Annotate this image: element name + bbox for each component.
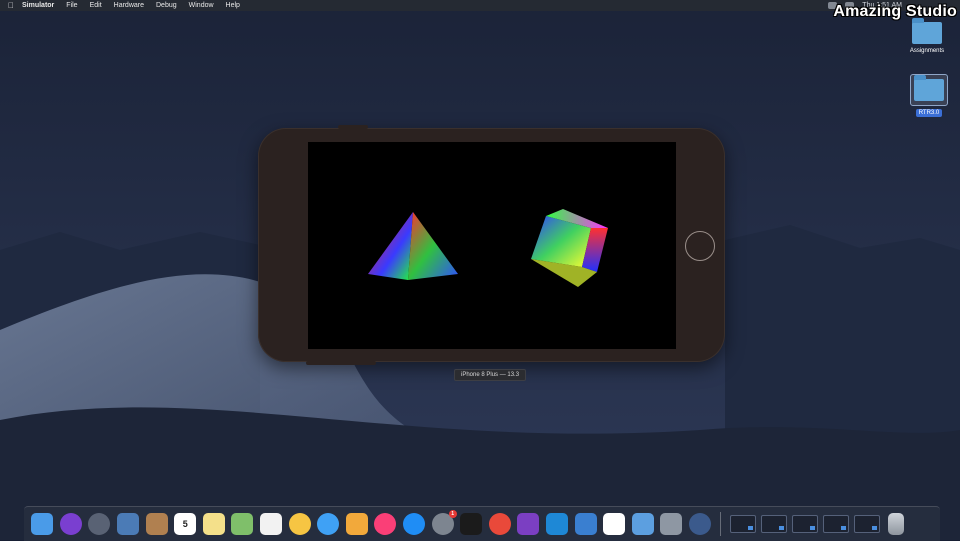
itunes-icon[interactable] [374, 513, 397, 535]
apple-icon[interactable]:  [0, 0, 22, 11]
notes-icon[interactable] [202, 513, 225, 535]
home-button[interactable] [685, 231, 715, 261]
xcode-icon[interactable] [574, 513, 597, 535]
desktop-folder-label: RTR3.0 [915, 109, 943, 117]
desktop-folder-rtr[interactable]: RTR3.0 [899, 74, 959, 117]
app-store-icon[interactable] [403, 513, 426, 535]
desktop-folder-assignments[interactable]: Assignments [897, 18, 957, 55]
window-thumb-3[interactable] [791, 515, 818, 533]
device-label: iPhone 8 Plus — 13.3 [454, 369, 527, 381]
vscode-icon[interactable] [545, 513, 568, 535]
reminders-icon[interactable] [260, 513, 283, 535]
photos-icon[interactable] [288, 513, 311, 535]
preview-icon[interactable] [117, 513, 140, 535]
pages-icon[interactable] [345, 513, 368, 535]
menu-edit[interactable]: Edit [90, 0, 102, 11]
menu-bar:  Simulator File Edit Hardware Debug Win… [0, 0, 960, 11]
folder-icon [914, 75, 944, 101]
menu-file[interactable]: File [66, 0, 77, 11]
calendar-date: 5 [182, 519, 188, 529]
dock: 51 [24, 506, 940, 541]
window-thumb-1[interactable] [729, 515, 756, 533]
launchpad-icon[interactable] [88, 513, 111, 535]
contacts-icon[interactable] [145, 513, 168, 535]
notification-badge: 1 [448, 510, 457, 518]
visual-studio-icon[interactable] [517, 513, 540, 535]
finder-icon[interactable] [31, 513, 54, 535]
system-preferences-icon[interactable]: 1 [431, 510, 457, 535]
chrome-icon[interactable] [488, 513, 511, 535]
maps-icon[interactable] [231, 513, 254, 535]
cube-shape [531, 209, 608, 287]
instruments-icon[interactable] [603, 513, 626, 535]
calendar-icon[interactable]: 5 [174, 513, 197, 535]
window-thumb-2[interactable] [760, 515, 787, 533]
window-thumb-4[interactable] [822, 515, 849, 533]
folder-icon [912, 18, 942, 44]
window-thumb-5[interactable] [853, 515, 880, 533]
menu-help[interactable]: Help [226, 0, 240, 11]
simulator-device-frame [258, 125, 725, 365]
dock-separator [720, 512, 722, 536]
menu-window[interactable]: Window [189, 0, 214, 11]
trash-icon[interactable] [888, 513, 905, 535]
pyramid-shape [368, 212, 458, 280]
simulator-screen[interactable] [308, 142, 676, 349]
siri-icon[interactable] [59, 513, 82, 535]
watermark: Amazing Studio [833, 3, 957, 20]
terminal-icon[interactable] [460, 513, 483, 535]
quicktime-icon[interactable] [688, 513, 711, 535]
messages-icon[interactable] [317, 513, 340, 535]
disk-utility-icon[interactable] [660, 513, 683, 535]
simulator-app-icon[interactable] [631, 513, 654, 535]
menu-simulator[interactable]: Simulator [22, 0, 54, 11]
device-volume-button[interactable] [306, 361, 376, 365]
menu-debug[interactable]: Debug [156, 0, 177, 11]
desktop-folder-label: Assignments [909, 48, 945, 54]
device-side-button[interactable] [338, 125, 368, 129]
menu-hardware[interactable]: Hardware [114, 0, 144, 11]
